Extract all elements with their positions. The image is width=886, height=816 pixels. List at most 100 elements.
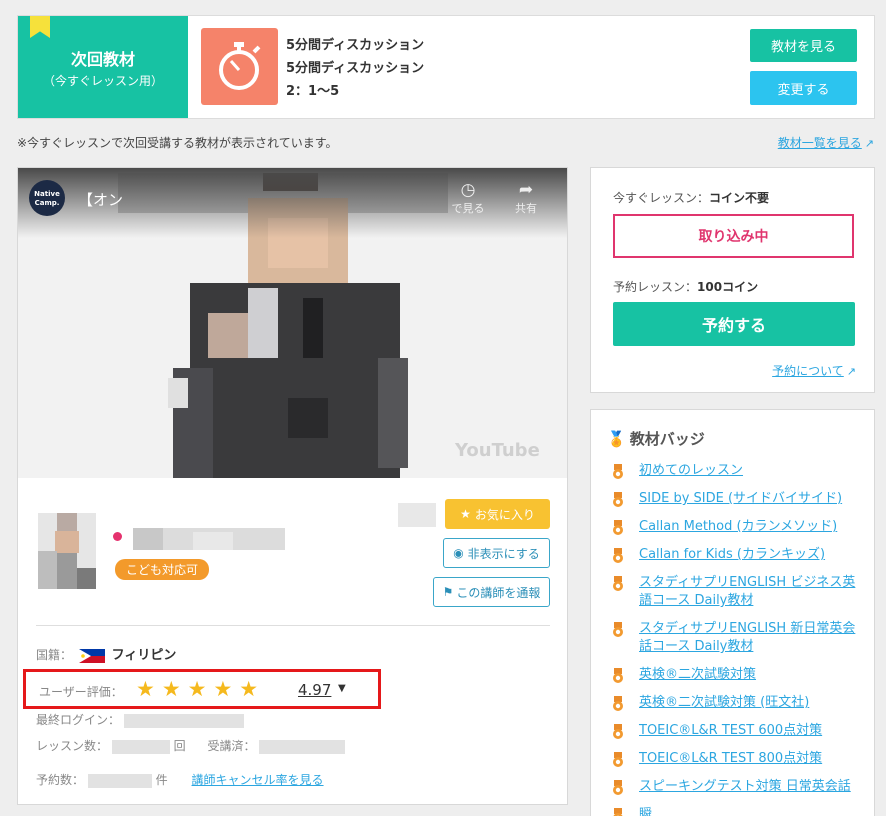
stopwatch-icon	[201, 28, 278, 105]
badge-item[interactable]: TOEIC®L&R TEST 600点対策	[611, 722, 856, 740]
medal-icon	[613, 548, 623, 563]
rating-label: ユーザー評価：	[39, 685, 123, 699]
badge-label[interactable]: 英検®二次試験対策	[639, 667, 756, 682]
logo-line1: Native	[34, 190, 60, 198]
medal-icon	[613, 464, 623, 479]
badge-label[interactable]: TOEIC®L&R TEST 800点対策	[639, 751, 822, 766]
reserve-button[interactable]: 予約する	[613, 302, 855, 346]
caret-down-icon[interactable]: ▼	[338, 683, 346, 694]
lessons-blurred	[111, 739, 170, 754]
next-material-subtitle: （今すぐレッスン用）	[42, 74, 163, 88]
about-reservation-label[interactable]: 予約について	[772, 364, 844, 378]
materials-list-link-label[interactable]: 教材一覧を見る	[778, 136, 862, 150]
share-control[interactable]: ➦ 共有	[511, 180, 541, 216]
material-details: 5分間ディスカッション 5分間ディスカッション 2：1〜5	[286, 34, 424, 103]
badge-item[interactable]: スタディサプリENGLISH 新日常英会話コース Daily教材	[611, 620, 856, 656]
rating-stars: ★★★★★	[136, 677, 266, 701]
eye-slash-icon: ◉	[453, 546, 464, 560]
favorite-button[interactable]: ★ お気に入り	[445, 499, 550, 529]
nationality-label: 国籍：	[36, 648, 73, 662]
reservations-unit: 件	[155, 773, 168, 787]
native-camp-logo: Native Camp.	[29, 180, 65, 216]
badge-item[interactable]: 英検®二次試験対策 (旺文社)	[611, 694, 856, 712]
badge-item[interactable]: SIDE by SIDE (サイドバイサイド)	[611, 490, 856, 508]
reserved-lesson-label: 予約レッスン：	[613, 280, 698, 294]
external-link-icon: ↗	[864, 137, 874, 150]
clock-icon: ◷	[460, 180, 476, 200]
medal-icon	[613, 520, 623, 535]
change-material-button[interactable]: 変更する	[750, 71, 857, 105]
medal-icon	[613, 808, 623, 816]
intro-video[interactable]: Native Camp. 【オン ◷ で見る ➦ 共有 YouTube	[18, 168, 567, 478]
favorite-count-blurred	[398, 503, 436, 527]
badge-label[interactable]: 英検®二次試験対策 (旺文社)	[639, 695, 809, 710]
badge-label[interactable]: スタディサプリENGLISH ビジネス英語コース Daily教材	[639, 575, 855, 608]
hide-button-label: 非表示にする	[467, 546, 540, 561]
teacher-name-blurred	[133, 528, 285, 550]
attended-blurred	[259, 739, 346, 754]
kids-support-badge: こども対応可	[115, 559, 209, 580]
video-title: 【オン	[78, 191, 124, 209]
badge-label[interactable]: スピーキングテスト対策 日常英会話	[639, 779, 851, 794]
medal-icon	[613, 752, 623, 767]
youtube-logo: YouTube	[455, 440, 540, 461]
report-teacher-button[interactable]: ⚑ この講師を通報	[433, 577, 550, 607]
nationality-row: 国籍： フィリピン	[36, 644, 176, 663]
badge-item[interactable]: スピーキングテスト対策 日常英会話	[611, 778, 856, 796]
instant-lesson-row: 今すぐレッスン：コイン不要	[613, 189, 769, 206]
about-reservation-link[interactable]: 予約について ↗	[772, 362, 856, 379]
logo-line2: Camp.	[34, 199, 60, 207]
medal-icon: 🏅	[607, 430, 626, 448]
badge-item[interactable]: Callan for Kids (カランキッズ)	[611, 546, 856, 564]
philippines-flag-icon	[78, 648, 105, 663]
last-login-label: 最終ログイン：	[36, 713, 121, 727]
badge-label[interactable]: Callan Method (カランメソッド)	[639, 519, 837, 534]
view-material-button[interactable]: 教材を見る	[750, 29, 857, 62]
badge-label[interactable]: SIDE by SIDE (サイドバイサイド)	[639, 491, 842, 506]
medal-icon	[613, 724, 623, 739]
medal-icon	[613, 780, 623, 795]
material-category: 5分間ディスカッション	[286, 61, 425, 76]
reserved-lesson-value: 100コイン	[697, 280, 759, 294]
medal-icon	[613, 696, 623, 711]
medal-icon	[613, 576, 623, 591]
badge-item[interactable]: 瞬	[611, 806, 856, 816]
online-status-dot	[113, 532, 122, 541]
share-label: 共有	[515, 202, 537, 215]
badge-item[interactable]: 英検®二次試験対策	[611, 666, 856, 684]
rating-score[interactable]: 4.97	[298, 681, 331, 699]
bookmark-icon	[30, 16, 50, 38]
watch-later-control[interactable]: ◷ で見る	[448, 180, 488, 216]
next-material-banner: 次回教材 （今すぐレッスン用） 5分間ディスカッション 5分間ディスカッション …	[17, 15, 875, 119]
cancel-rate-link[interactable]: 講師キャンセル率を見る	[192, 773, 324, 787]
medal-icon	[613, 492, 623, 507]
last-login-blurred	[123, 713, 244, 728]
next-material-note: ※今すぐレッスンで次回受講する教材が表示されています。	[17, 136, 338, 150]
lessons-label: レッスン数：	[36, 739, 109, 753]
user-rating-highlight: ユーザー評価： ★★★★★ 4.97 ▼	[23, 669, 381, 709]
material-name: 5分間ディスカッション	[286, 38, 425, 53]
instant-lesson-label: 今すぐレッスン：	[613, 191, 710, 205]
badge-label[interactable]: スタディサプリENGLISH 新日常英会話コース Daily教材	[639, 621, 855, 654]
materials-list-link[interactable]: 教材一覧を見る ↗	[778, 134, 874, 151]
material-badges-card: 🏅 教材バッジ 初めてのレッスン SIDE by SIDE (サイドバイサイド) …	[590, 409, 875, 816]
medal-icon	[613, 622, 623, 637]
badge-label[interactable]: TOEIC®L&R TEST 600点対策	[639, 723, 822, 738]
badges-heading-text: 教材バッジ	[629, 430, 705, 448]
share-icon: ➦	[518, 180, 534, 200]
flag-icon: ⚑	[442, 585, 454, 599]
badge-item[interactable]: Callan Method (カランメソッド)	[611, 518, 856, 536]
badge-label[interactable]: Callan for Kids (カランキッズ)	[639, 547, 825, 562]
reservation-card: 今すぐレッスン：コイン不要 取り込み中 予約レッスン：100コイン 予約する 予…	[590, 167, 875, 393]
badge-item[interactable]: TOEIC®L&R TEST 800点対策	[611, 750, 856, 768]
badge-item[interactable]: スタディサプリENGLISH ビジネス英語コース Daily教材	[611, 574, 856, 610]
hide-teacher-button[interactable]: ◉ 非表示にする	[443, 538, 550, 568]
next-material-label: 次回教材 （今すぐレッスン用）	[18, 16, 188, 118]
divider	[36, 625, 550, 626]
badge-item[interactable]: 初めてのレッスン	[611, 462, 856, 480]
teacher-status-busy: 取り込み中	[613, 214, 854, 258]
reservations-blurred	[87, 773, 152, 788]
badge-label[interactable]: 初めてのレッスン	[639, 463, 743, 478]
badge-label[interactable]: 瞬	[639, 807, 652, 816]
badges-heading: 🏅 教材バッジ	[607, 428, 705, 449]
